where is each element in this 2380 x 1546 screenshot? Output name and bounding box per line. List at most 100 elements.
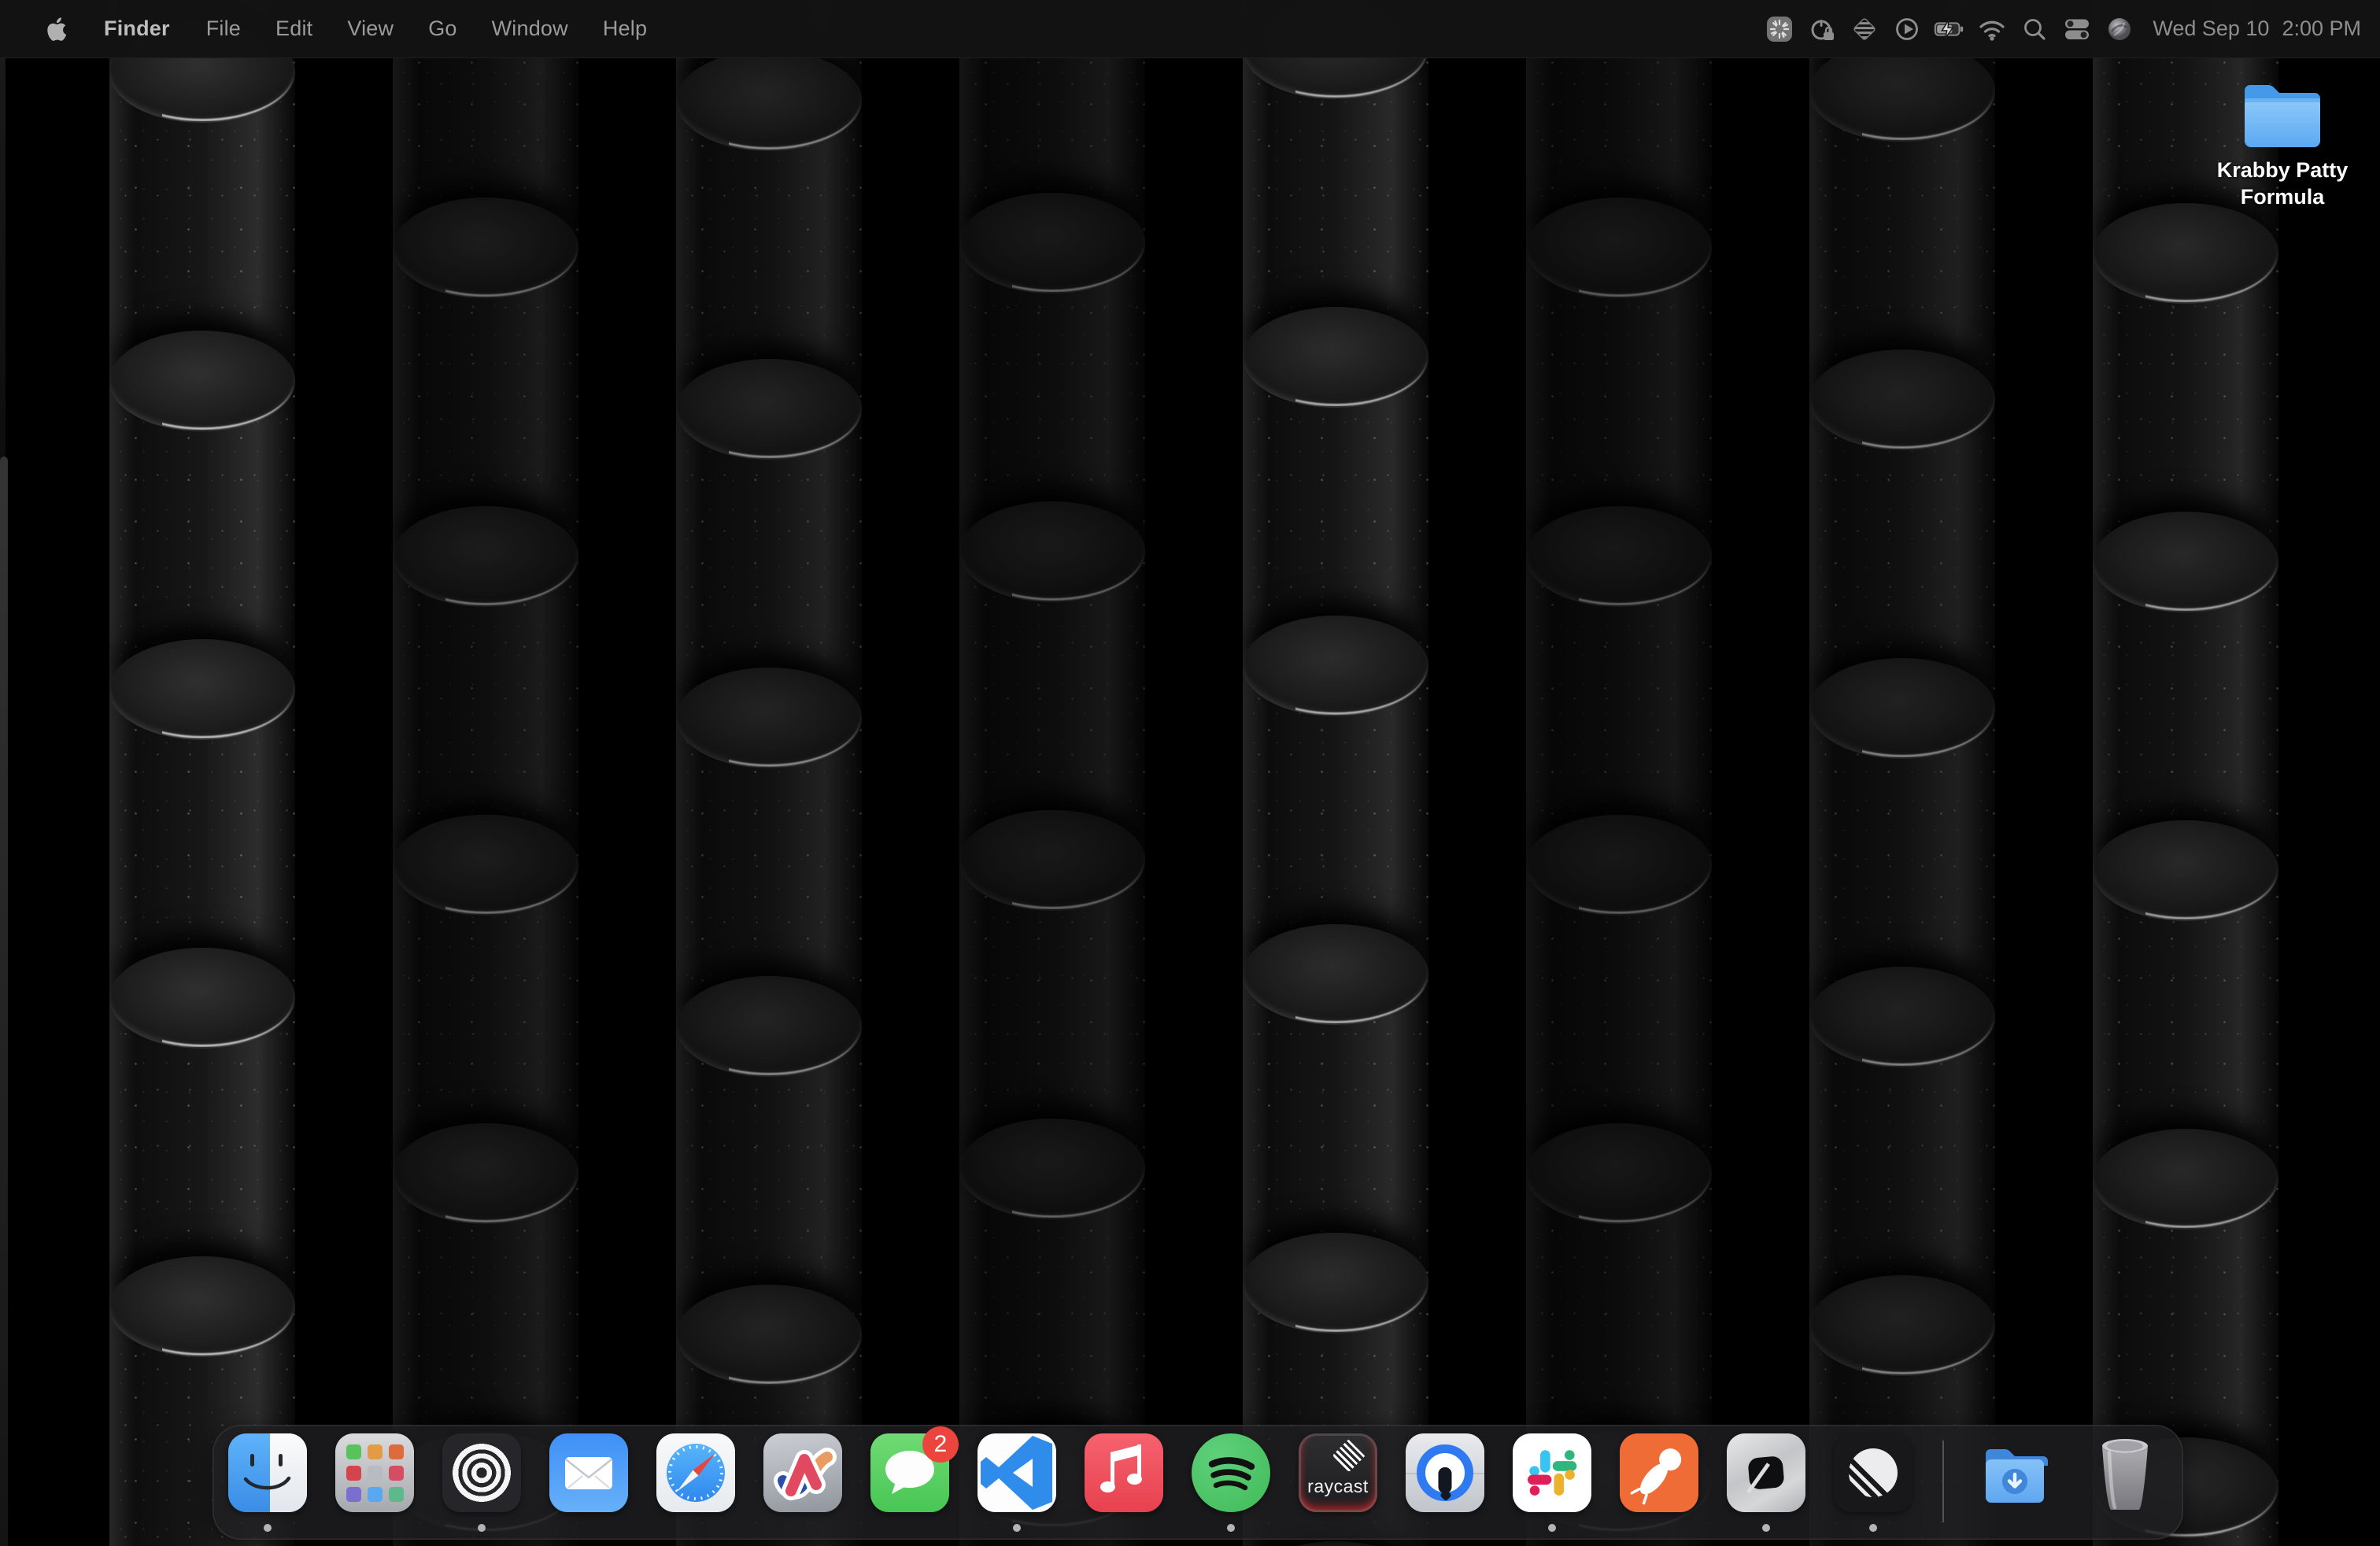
downloads-folder-icon <box>1974 1433 2056 1512</box>
finder-icon <box>228 1433 307 1512</box>
cylinder-cap <box>959 810 1145 911</box>
safari-icon <box>656 1433 735 1512</box>
cylinder-cap <box>109 331 295 431</box>
power-lock-menu-icon[interactable] <box>1805 12 1839 46</box>
wifi-icon[interactable] <box>1975 12 2009 46</box>
cylinder-cap <box>676 50 862 151</box>
desktop-folder-label: Krabby Patty Formula <box>2208 157 2357 211</box>
cylinder-cap <box>1526 198 1712 298</box>
apple-menu-icon[interactable] <box>24 15 85 43</box>
cylinder-cap <box>109 639 295 740</box>
cylinder-cap <box>1809 1275 1995 1376</box>
wallpaper-edge-cylinder <box>0 55 6 458</box>
dock-app-finder[interactable] <box>228 1433 307 1512</box>
mail-icon <box>549 1433 628 1512</box>
desktop-screen: Finder File Edit View Go Window Help <box>0 0 2380 1546</box>
running-indicator <box>1762 1524 1770 1532</box>
dock-app-arc[interactable] <box>763 1433 842 1512</box>
dock-downloads-folder[interactable] <box>1974 1433 2056 1512</box>
running-indicator <box>1227 1524 1235 1532</box>
menu-bar-status: Wed Sep 10 2:00 PM <box>1762 12 2380 46</box>
cylinder-cap <box>109 1256 295 1357</box>
dock-app-launchpad[interactable] <box>335 1433 414 1512</box>
dock-app-messages[interactable]: 2 <box>870 1433 949 1512</box>
apple-music-icon <box>1085 1433 1163 1512</box>
menu-item-file[interactable]: File <box>189 17 258 41</box>
dock-app-vscode[interactable] <box>978 1433 1056 1512</box>
wallpaper-cylinder-column <box>393 0 578 1546</box>
cylinder-cap <box>676 976 862 1077</box>
dock-trash[interactable] <box>2084 1433 2166 1512</box>
cylinder-cap <box>393 815 578 915</box>
striped-tag-menu-icon[interactable] <box>1847 12 1882 46</box>
dock-app-target-rings[interactable] <box>442 1433 521 1512</box>
menu-item-help[interactable]: Help <box>586 17 664 41</box>
cylinder-cap <box>676 359 862 460</box>
dock-app-slack[interactable] <box>1513 1433 1591 1512</box>
notification-badge: 2 <box>922 1426 959 1463</box>
cylinder-cap <box>2093 512 2278 612</box>
menu-item-edit[interactable]: Edit <box>258 17 330 41</box>
cylinder-cap <box>109 948 295 1049</box>
dock-divider <box>1942 1441 1944 1522</box>
wallpaper-cylinder-column <box>1526 0 1712 1546</box>
menu-bar-clock[interactable]: Wed Sep 10 2:00 PM <box>2153 17 2361 41</box>
menu-item-finder[interactable]: Finder <box>85 17 189 41</box>
dock-app-mail[interactable] <box>549 1433 628 1512</box>
dock-app-1password[interactable] <box>1406 1433 1484 1512</box>
linear-icon <box>1834 1433 1913 1512</box>
play-circle-menu-icon[interactable] <box>1890 12 1924 46</box>
menu-bar: Finder File Edit View Go Window Help <box>0 0 2380 58</box>
cylinder-cap <box>959 1119 1145 1219</box>
cylinder-cap <box>1526 506 1712 607</box>
vscode-icon <box>978 1433 1056 1512</box>
battery-charging-icon[interactable] <box>1932 12 1967 46</box>
cylinder-cap <box>1809 967 1995 1067</box>
dock-app-keycap-d[interactable] <box>1727 1433 1805 1512</box>
dock-app-spotify[interactable] <box>1192 1433 1270 1512</box>
cylinder-cap <box>676 668 862 768</box>
wallpaper-edge-cylinder <box>0 457 8 1546</box>
burst-menu-icon[interactable] <box>1762 12 1797 46</box>
wallpaper-cylinder-column <box>959 0 1145 1546</box>
dock-app-postman[interactable] <box>1620 1433 1698 1512</box>
slack-icon <box>1513 1433 1591 1512</box>
postman-icon <box>1620 1433 1698 1512</box>
desktop-folder-krabby-patty[interactable]: Krabby Patty Formula <box>2192 74 2373 211</box>
menu-item-go[interactable]: Go <box>411 17 474 41</box>
target-rings-icon <box>442 1433 521 1512</box>
running-indicator <box>1869 1524 1877 1532</box>
cylinder-cap <box>393 198 578 298</box>
cylinder-cap <box>1809 658 1995 759</box>
wallpaper-cylinder-column <box>676 0 862 1546</box>
raycast-logo <box>1332 1439 1366 1472</box>
dock-app-linear[interactable] <box>1834 1433 1913 1512</box>
onepassword-icon <box>1406 1433 1484 1512</box>
running-indicator <box>478 1524 486 1532</box>
cylinder-cap <box>959 501 1145 602</box>
dock-app-music[interactable] <box>1085 1433 1163 1512</box>
running-indicator <box>1548 1524 1556 1532</box>
control-center-icon[interactable] <box>2060 12 2094 46</box>
running-indicator <box>264 1524 272 1532</box>
menu-item-window[interactable]: Window <box>475 17 586 41</box>
menu-item-view[interactable]: View <box>330 17 411 41</box>
cylinder-cap <box>1809 350 1995 450</box>
cylinder-cap <box>959 193 1145 294</box>
arc-browser-icon <box>763 1433 842 1512</box>
running-indicator <box>1013 1524 1021 1532</box>
cylinder-cap <box>1243 1541 1428 1546</box>
cylinder-cap <box>2093 1129 2278 1230</box>
cylinder-cap <box>1526 1123 1712 1224</box>
wallpaper-cylinder-column <box>1809 0 1995 1546</box>
launchpad-icon <box>335 1433 414 1512</box>
dock-app-safari[interactable] <box>656 1433 735 1512</box>
dock-app-raycast[interactable]: raycast <box>1299 1433 1377 1512</box>
spotlight-search-icon[interactable] <box>2017 12 2052 46</box>
trash-icon <box>2090 1433 2160 1515</box>
cylinder-cap <box>676 1285 862 1385</box>
cylinder-cap <box>1526 815 1712 915</box>
wallpaper <box>0 0 2380 1546</box>
keyhole <box>1439 1467 1452 1493</box>
siri-icon[interactable] <box>2102 12 2137 46</box>
